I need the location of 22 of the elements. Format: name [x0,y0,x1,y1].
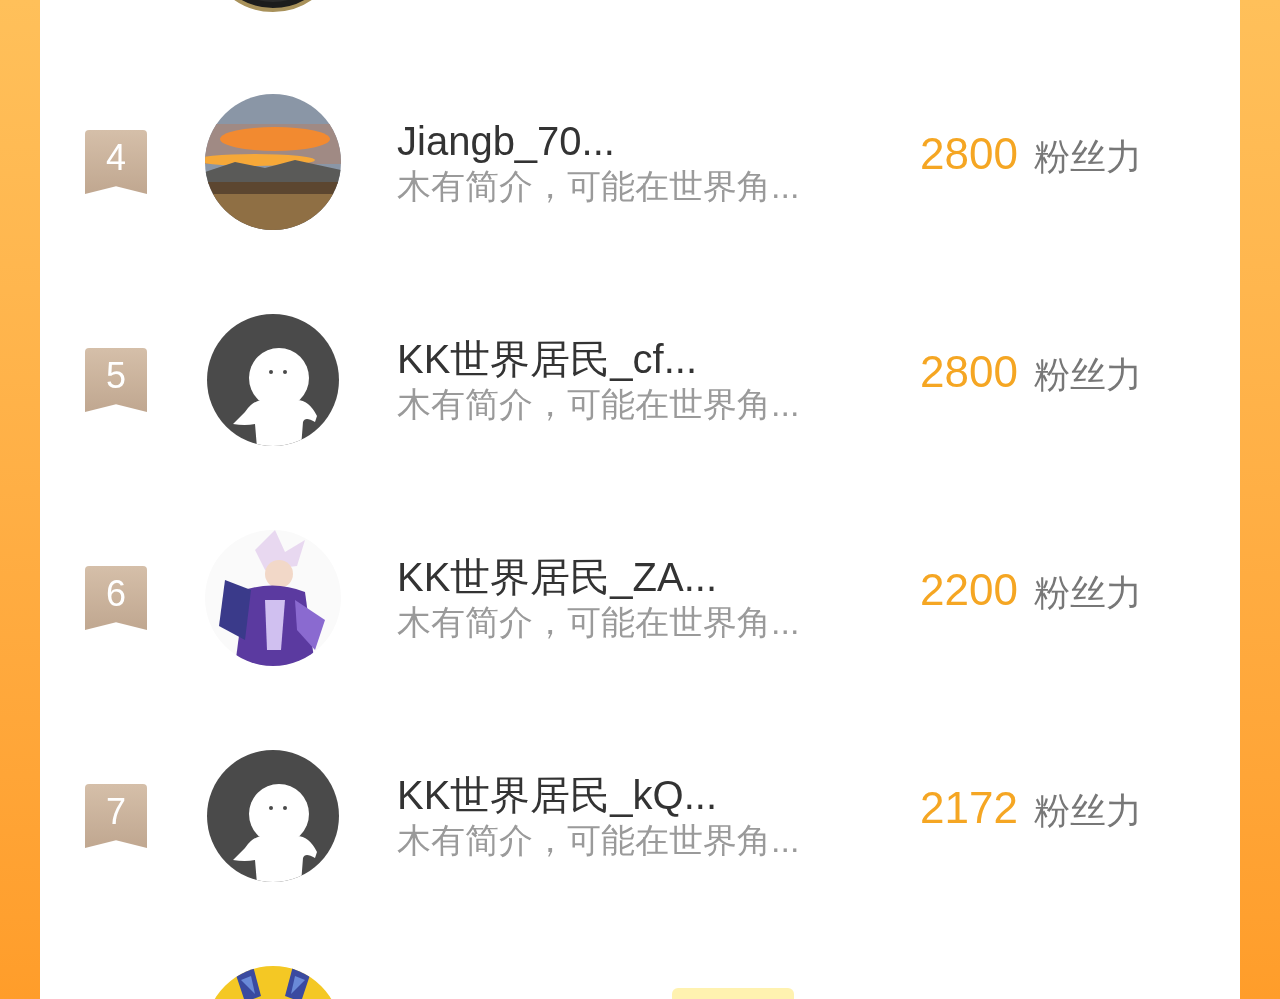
user-intro: 木有简介，可能在世界角... [397,166,801,207]
user-name[interactable]: KK世界居民_cf... [397,335,897,383]
rank-badge: 4 [85,130,147,194]
fan-score: 2800 [920,346,1018,398]
user-name[interactable]: Jiangb_70... [397,117,897,165]
score-unit: 粉丝力 [1033,789,1142,833]
fan-score: 2172 [920,782,1018,834]
avatar-icon [205,748,341,884]
rank-badge: 7 [85,784,147,848]
score-unit: 粉丝力 [1033,353,1142,397]
score-unit: 粉丝力 [1033,571,1142,615]
user-intro: 木有简介，可能在世界角... [397,384,801,425]
rank-badge: 5 [85,348,147,412]
score-unit: 粉丝力 [1033,135,1142,179]
user-name[interactable]: KK世界居民_kQ... [397,771,897,819]
fan-score: 2800 [920,128,1018,180]
rank-badge: 6 [85,566,147,630]
user-name[interactable]: KK世界居民_ZA... [397,553,897,601]
fan-score: 2200 [920,564,1018,616]
user-intro: 木有简介，可能在世界角... [397,602,801,643]
user-intro: 木有简介，可能在世界角... [397,820,801,861]
avatar-icon [205,312,341,448]
